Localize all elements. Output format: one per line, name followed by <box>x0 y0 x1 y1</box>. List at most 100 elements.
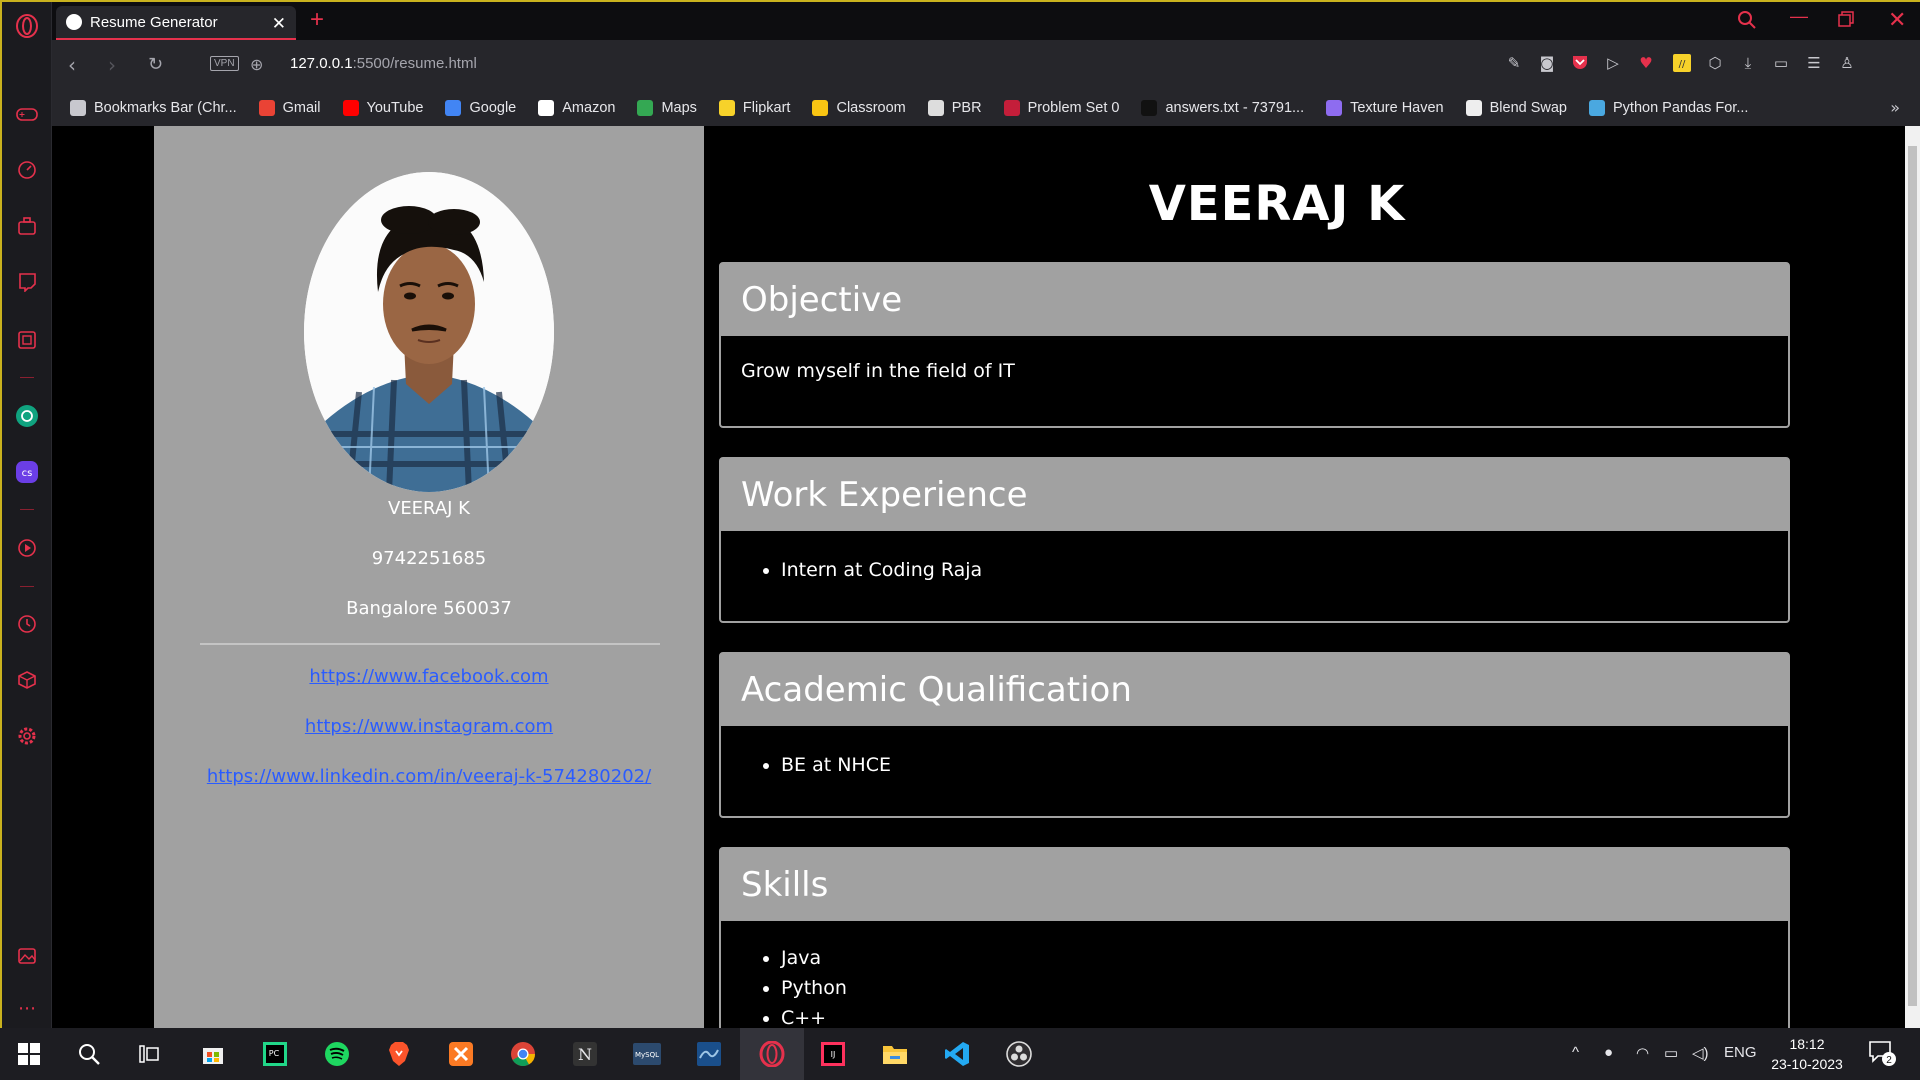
svg-text:PC: PC <box>269 1049 280 1058</box>
xampp-icon[interactable] <box>446 1040 476 1068</box>
bookmark-item[interactable]: PBR <box>927 100 982 116</box>
extension-yellow-icon[interactable]: // <box>1673 54 1691 72</box>
bookmark-item[interactable]: Flipkart <box>718 100 790 116</box>
bookmark-item[interactable]: Gmail <box>258 100 321 116</box>
bookmark-item[interactable]: Python Pandas For... <box>1589 100 1748 116</box>
profile-icon[interactable]: ♙ <box>1838 54 1856 72</box>
tab-resume-generator[interactable]: Resume Generator ✕ <box>56 6 296 40</box>
chatgpt-icon[interactable] <box>15 404 39 428</box>
clock-time: 18:12 <box>1789 1036 1825 1052</box>
restore-window-icon[interactable] <box>1837 10 1855 33</box>
bookmark-item[interactable]: Problem Set 0 <box>1003 100 1119 116</box>
bookmark-item[interactable]: Google <box>445 100 516 116</box>
svg-text:cs: cs <box>22 468 33 479</box>
brave-icon[interactable] <box>384 1040 414 1068</box>
speed-dial-icon[interactable] <box>15 158 39 182</box>
facebook-link[interactable]: https://www.facebook.com <box>154 666 704 687</box>
notifications-icon[interactable]: 2 <box>1868 1040 1896 1070</box>
bookmark-item[interactable]: Amazon <box>538 100 615 116</box>
snapshot-camera-icon[interactable]: ◙ <box>1538 54 1556 72</box>
bookmark-label: Bookmarks Bar (Chr... <box>94 100 237 116</box>
bookmark-item[interactable]: Classroom <box>812 100 906 116</box>
bookmark-item[interactable]: YouTube <box>342 100 423 116</box>
bookmark-item[interactable]: Maps <box>637 100 697 116</box>
chrome-icon[interactable] <box>508 1040 538 1068</box>
battery-icon[interactable]: ▭ <box>1664 1044 1678 1062</box>
pycharm-icon[interactable]: PC <box>260 1040 290 1068</box>
url-host: 127.0.0.1 <box>290 55 353 72</box>
bookmark-item[interactable]: Texture Haven <box>1326 100 1444 116</box>
more-bookmarks-icon[interactable]: » <box>1890 98 1900 117</box>
vscode-icon[interactable] <box>942 1040 972 1068</box>
battery-saver-icon[interactable]: ▭ <box>1772 54 1790 72</box>
language-indicator[interactable]: ENG <box>1724 1044 1757 1061</box>
twitch-icon[interactable] <box>15 270 39 294</box>
notion-icon[interactable]: N <box>570 1040 600 1068</box>
wireshark-icon[interactable] <box>694 1040 724 1068</box>
new-tab-button[interactable]: + <box>310 6 324 34</box>
bookmark-label: Python Pandas For... <box>1613 100 1749 116</box>
settings-gear-icon[interactable] <box>15 724 39 748</box>
pocket-icon[interactable] <box>1571 54 1589 72</box>
extensions-icon[interactable]: ⬡ <box>1706 54 1724 72</box>
back-icon[interactable]: ‹ <box>68 53 76 77</box>
classroom-icon <box>812 100 829 116</box>
opera-logo-icon[interactable] <box>15 14 39 38</box>
reload-icon[interactable]: ↻ <box>148 54 163 75</box>
wifi-icon[interactable]: ◠ <box>1636 1044 1649 1062</box>
url-field[interactable]: 127.0.0.1:5500/resume.html <box>290 55 477 72</box>
texture-haven-icon <box>1326 100 1343 116</box>
spotify-icon[interactable] <box>322 1040 352 1068</box>
windows-start-icon[interactable] <box>14 1040 44 1068</box>
easy-setup-sliders-icon[interactable]: ☰ <box>1805 54 1823 72</box>
more-options-icon[interactable]: ⋯ <box>15 996 39 1020</box>
media-icon[interactable] <box>15 328 39 352</box>
send-icon[interactable]: ▷ <box>1604 54 1622 72</box>
page-scrollbar[interactable] <box>1905 126 1920 1030</box>
downloads-icon[interactable]: ⤓ <box>1739 54 1757 72</box>
bookmark-item[interactable]: answers.txt - 73791... <box>1141 100 1304 116</box>
minimize-window-icon[interactable]: — <box>1790 6 1808 27</box>
extensions-cube-icon[interactable] <box>15 668 39 692</box>
my-flow-heart-icon[interactable]: ♥ <box>1637 54 1655 72</box>
task-view-icon[interactable] <box>134 1040 164 1068</box>
volume-icon[interactable]: ◁) <box>1692 1044 1709 1062</box>
flipkart-icon <box>718 100 735 116</box>
workspaces-icon[interactable] <box>15 214 39 238</box>
bookmark-item[interactable]: Bookmarks Bar (Chr... <box>70 100 237 116</box>
player-icon[interactable] <box>15 536 39 560</box>
bookmark-item[interactable]: Blend Swap <box>1465 100 1567 116</box>
skills-body: Java Python C++ <box>721 921 1788 1030</box>
opera-taskbar-icon[interactable] <box>740 1028 804 1080</box>
search-icon[interactable] <box>74 1040 104 1068</box>
list-item: C++ <box>781 1003 1768 1030</box>
vpn-badge[interactable]: VPN <box>210 56 239 71</box>
mysql-workbench-icon[interactable]: MySQL <box>632 1040 662 1068</box>
work-experience-body: Intern at Coding Raja <box>721 531 1788 609</box>
tab-close-icon[interactable]: ✕ <box>272 14 286 34</box>
gamepad-icon[interactable] <box>15 102 39 126</box>
amazon-icon <box>538 100 555 116</box>
scrollbar-thumb[interactable] <box>1908 146 1917 1006</box>
linkedin-link[interactable]: https://www.linkedin.com/in/veeraj-k-574… <box>154 766 704 787</box>
harvard-icon <box>1003 100 1020 116</box>
objective-text: Grow myself in the field of IT <box>741 360 1015 382</box>
microsoft-store-icon[interactable] <box>198 1040 228 1068</box>
clock[interactable]: 18:12 23-10-2023 <box>1762 1034 1852 1074</box>
forward-icon[interactable]: › <box>108 53 116 77</box>
file-explorer-icon[interactable] <box>880 1040 910 1068</box>
history-icon[interactable] <box>15 612 39 636</box>
show-hidden-icons-icon[interactable]: ^ <box>1572 1044 1579 1061</box>
close-window-icon[interactable]: ✕ <box>1888 7 1906 33</box>
microphone-icon[interactable]: ● <box>1604 1044 1613 1061</box>
gallery-icon[interactable] <box>15 944 39 968</box>
instagram-link[interactable]: https://www.instagram.com <box>154 716 704 737</box>
site-info-globe-icon[interactable]: ⊕ <box>250 55 263 74</box>
obs-icon[interactable] <box>1004 1040 1034 1068</box>
pbr-icon <box>927 100 944 116</box>
chatsonic-icon[interactable]: cs <box>15 460 39 484</box>
search-tabs-icon[interactable] <box>1737 10 1757 35</box>
bookmark-label: Google <box>469 100 517 116</box>
intellij-icon[interactable]: IJ <box>818 1040 848 1068</box>
easy-setup-icon[interactable]: ✎ <box>1505 54 1523 72</box>
